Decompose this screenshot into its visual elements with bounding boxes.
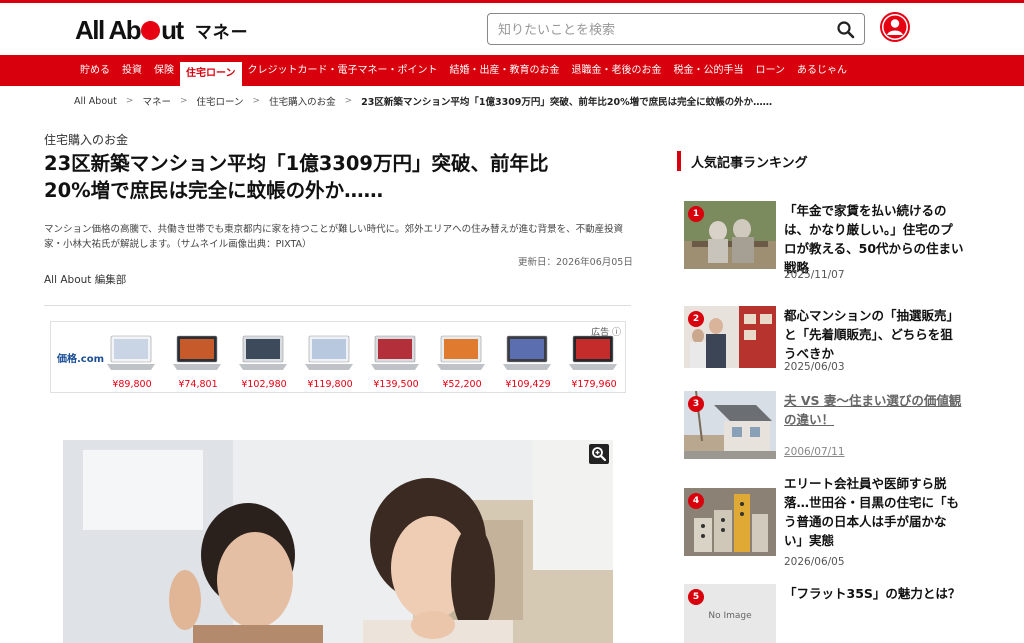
ad-product[interactable]: ¥119,800 — [297, 328, 363, 390]
category-nav: 貯める 投資 保険 住宅ローン クレジットカード・電子マネー・ポイント 結婚・出産・教育の… — [0, 55, 1024, 86]
ad-product[interactable]: ¥89,800 — [99, 328, 165, 390]
site-logo[interactable]: All Ab ut マネー — [75, 15, 249, 45]
chevron-right-icon: > — [125, 96, 134, 106]
nav-item[interactable]: あるじゃん — [791, 55, 853, 86]
rank-badge: 3 — [688, 396, 704, 412]
ranking-item[interactable]: 4 エリート会社員や医師すら脱落…世田谷・目黒の住宅に「もう普通の日本人は手が届… — [684, 474, 974, 568]
ad-product[interactable]: ¥52,200 — [429, 328, 495, 390]
ad-price: ¥52,200 — [442, 379, 482, 390]
site-header: All Ab ut マネー — [0, 3, 1024, 55]
nav-item[interactable]: 退職金・老後のお金 — [566, 55, 668, 86]
article-category[interactable]: 住宅購入のお金 — [44, 131, 128, 148]
search-box — [487, 13, 865, 45]
ranking-item[interactable]: 2 都心マンションの「抽選販売」と「先着順販売」、どちらを狙うべきか 2025/… — [684, 306, 974, 396]
breadcrumb-current: 23区新築マンション平均「1億3309万円」突破、前年比20%増で庶民は完全に蚊… — [361, 97, 773, 108]
ad-price: ¥109,429 — [505, 379, 551, 390]
ad-product[interactable]: ¥74,801 — [165, 328, 231, 390]
laptop-image — [503, 335, 551, 370]
ad-product[interactable]: ¥179,960 — [561, 328, 627, 390]
breadcrumb-link[interactable]: 住宅購入のお金 — [269, 94, 336, 108]
ranking-title-link[interactable]: 都心マンションの「抽選販売」と「先着順販売」、どちらを狙うべきか — [784, 306, 964, 363]
ranking-title: 人気記事ランキング — [691, 155, 808, 171]
ranking-title-link[interactable]: 「フラット35S」の魅力とは？ — [784, 584, 964, 603]
ranking-item[interactable]: No Image 5 「フラット35S」の魅力とは？ — [684, 584, 974, 643]
breadcrumb: All About > マネー > 住宅ローン > 住宅購入のお金 >23区新築マンション平均… — [74, 94, 773, 109]
rank-badge: 4 — [688, 493, 704, 509]
rank-badge: 2 — [688, 311, 704, 327]
nav-item[interactable]: 住宅ローン — [180, 62, 242, 86]
ad-price: ¥179,960 — [571, 379, 617, 390]
nav-item[interactable]: 投資 — [116, 55, 148, 86]
nav-item[interactable]: 税金・公的手当 — [668, 55, 750, 86]
ranking-thumbnail[interactable]: 4 — [684, 488, 776, 556]
ranking-thumbnail[interactable]: 3 — [684, 391, 776, 459]
ranking-title-link[interactable]: 夫 VS 妻～住まい選びの価値観の違い！ — [784, 391, 964, 429]
nav-item[interactable]: 保険 — [148, 55, 180, 86]
ranking-heading: 人気記事ランキング — [677, 150, 808, 172]
breadcrumb-link[interactable]: 住宅ローン — [197, 94, 244, 108]
ranking-date: 2025/06/03 — [784, 361, 845, 373]
ranking-thumbnail[interactable]: 1 — [684, 201, 776, 269]
ad-product[interactable]: ¥139,500 — [363, 328, 429, 390]
logo-text: All Ab ut — [75, 14, 184, 45]
title-line-2: 20%増で庶民は完全に蚊帳の外か…… — [44, 179, 384, 202]
laptop-image — [371, 335, 419, 370]
laptop-image — [569, 335, 617, 370]
title-line-1: 23区新築マンション平均「1億3309万円」突破、前年比 — [44, 152, 549, 175]
breadcrumb-link[interactable]: All About — [74, 96, 117, 107]
hero-photo-couple — [63, 440, 613, 643]
ad-product[interactable]: ¥109,429 — [495, 328, 561, 390]
ranking-title-link[interactable]: エリート会社員や医師すら脱落…世田谷・目黒の住宅に「もう普通の日本人は手が届かな… — [784, 474, 964, 550]
hero-image — [63, 440, 613, 643]
ad-price: ¥74,801 — [178, 379, 218, 390]
user-account-icon[interactable] — [880, 12, 910, 42]
nav-item[interactable]: ローン — [750, 55, 792, 86]
ad-price: ¥139,500 — [373, 379, 419, 390]
article-title: 23区新築マンション平均「1億3309万円」突破、前年比 20%増で庶民は完全に… — [44, 150, 624, 204]
zoom-icon[interactable] — [589, 444, 609, 464]
ad-price: ¥89,800 — [112, 379, 152, 390]
divider — [44, 305, 631, 306]
logo-dot-icon — [141, 20, 161, 40]
chevron-right-icon: > — [344, 96, 353, 106]
rank-badge: 1 — [688, 206, 704, 222]
ad-price: ¥102,980 — [241, 379, 287, 390]
ranking-item[interactable]: 3 夫 VS 妻～住まい選びの価値観の違い！ 2006/07/11 — [684, 391, 974, 481]
laptop-image — [437, 335, 485, 370]
chevron-right-icon: > — [252, 96, 261, 106]
nav-list: 貯める 投資 保険 住宅ローン クレジットカード・電子マネー・ポイント 結婚・出産・教育の… — [74, 55, 853, 86]
ad-product[interactable]: ¥102,980 — [231, 328, 297, 390]
updated-date: 更新日：2026年06月05日 — [518, 257, 633, 268]
heading-accent-bar — [677, 151, 681, 171]
laptop-image — [305, 335, 353, 370]
search-input[interactable] — [498, 20, 818, 40]
ranking-thumbnail[interactable]: No Image 5 — [684, 584, 776, 643]
nav-item[interactable]: 貯める — [74, 55, 116, 86]
article-author[interactable]: All About 編集部 — [44, 272, 126, 287]
ranking-date: 2006/07/11 — [784, 446, 845, 458]
laptop-image — [239, 335, 287, 370]
nav-item[interactable]: 結婚・出産・教育のお金 — [444, 55, 566, 86]
kakaku-ad-banner[interactable]: 価格.com 広告 ⓘ ¥89,800 ¥74,801 ¥102,980 ¥119,8… — [50, 321, 626, 393]
ad-price: ¥119,800 — [307, 379, 353, 390]
logo-category[interactable]: マネー — [195, 18, 249, 43]
ad-logo: 価格.com — [57, 354, 105, 365]
nav-item[interactable]: クレジットカード・電子マネー・ポイント — [242, 55, 444, 86]
ranking-date: 2025/11/07 — [784, 269, 845, 281]
laptop-image — [173, 335, 221, 370]
laptop-image — [107, 335, 155, 370]
breadcrumb-link[interactable]: マネー — [142, 94, 171, 108]
search-icon[interactable] — [836, 20, 856, 40]
ranking-title-link[interactable]: 「年金で家賃を払い続けるのは、かなり厳しい。」住宅のプロが教える、50代からの住… — [784, 201, 964, 277]
rank-badge: 5 — [688, 589, 704, 605]
article-description: マンション価格の高騰で、共働き世帯でも東京都内に家を持つことが難しい時代に。郊外… — [44, 224, 624, 250]
ranking-item[interactable]: 1 「年金で家賃を払い続けるのは、かなり厳しい。」住宅のプロが教える、50代から… — [684, 201, 974, 291]
ranking-date: 2026/06/05 — [784, 556, 845, 568]
chevron-right-icon: > — [179, 96, 188, 106]
ranking-thumbnail[interactable]: 2 — [684, 306, 776, 374]
ad-product-list: ¥89,800 ¥74,801 ¥102,980 ¥119,800 ¥139,500 ¥5… — [99, 328, 627, 390]
